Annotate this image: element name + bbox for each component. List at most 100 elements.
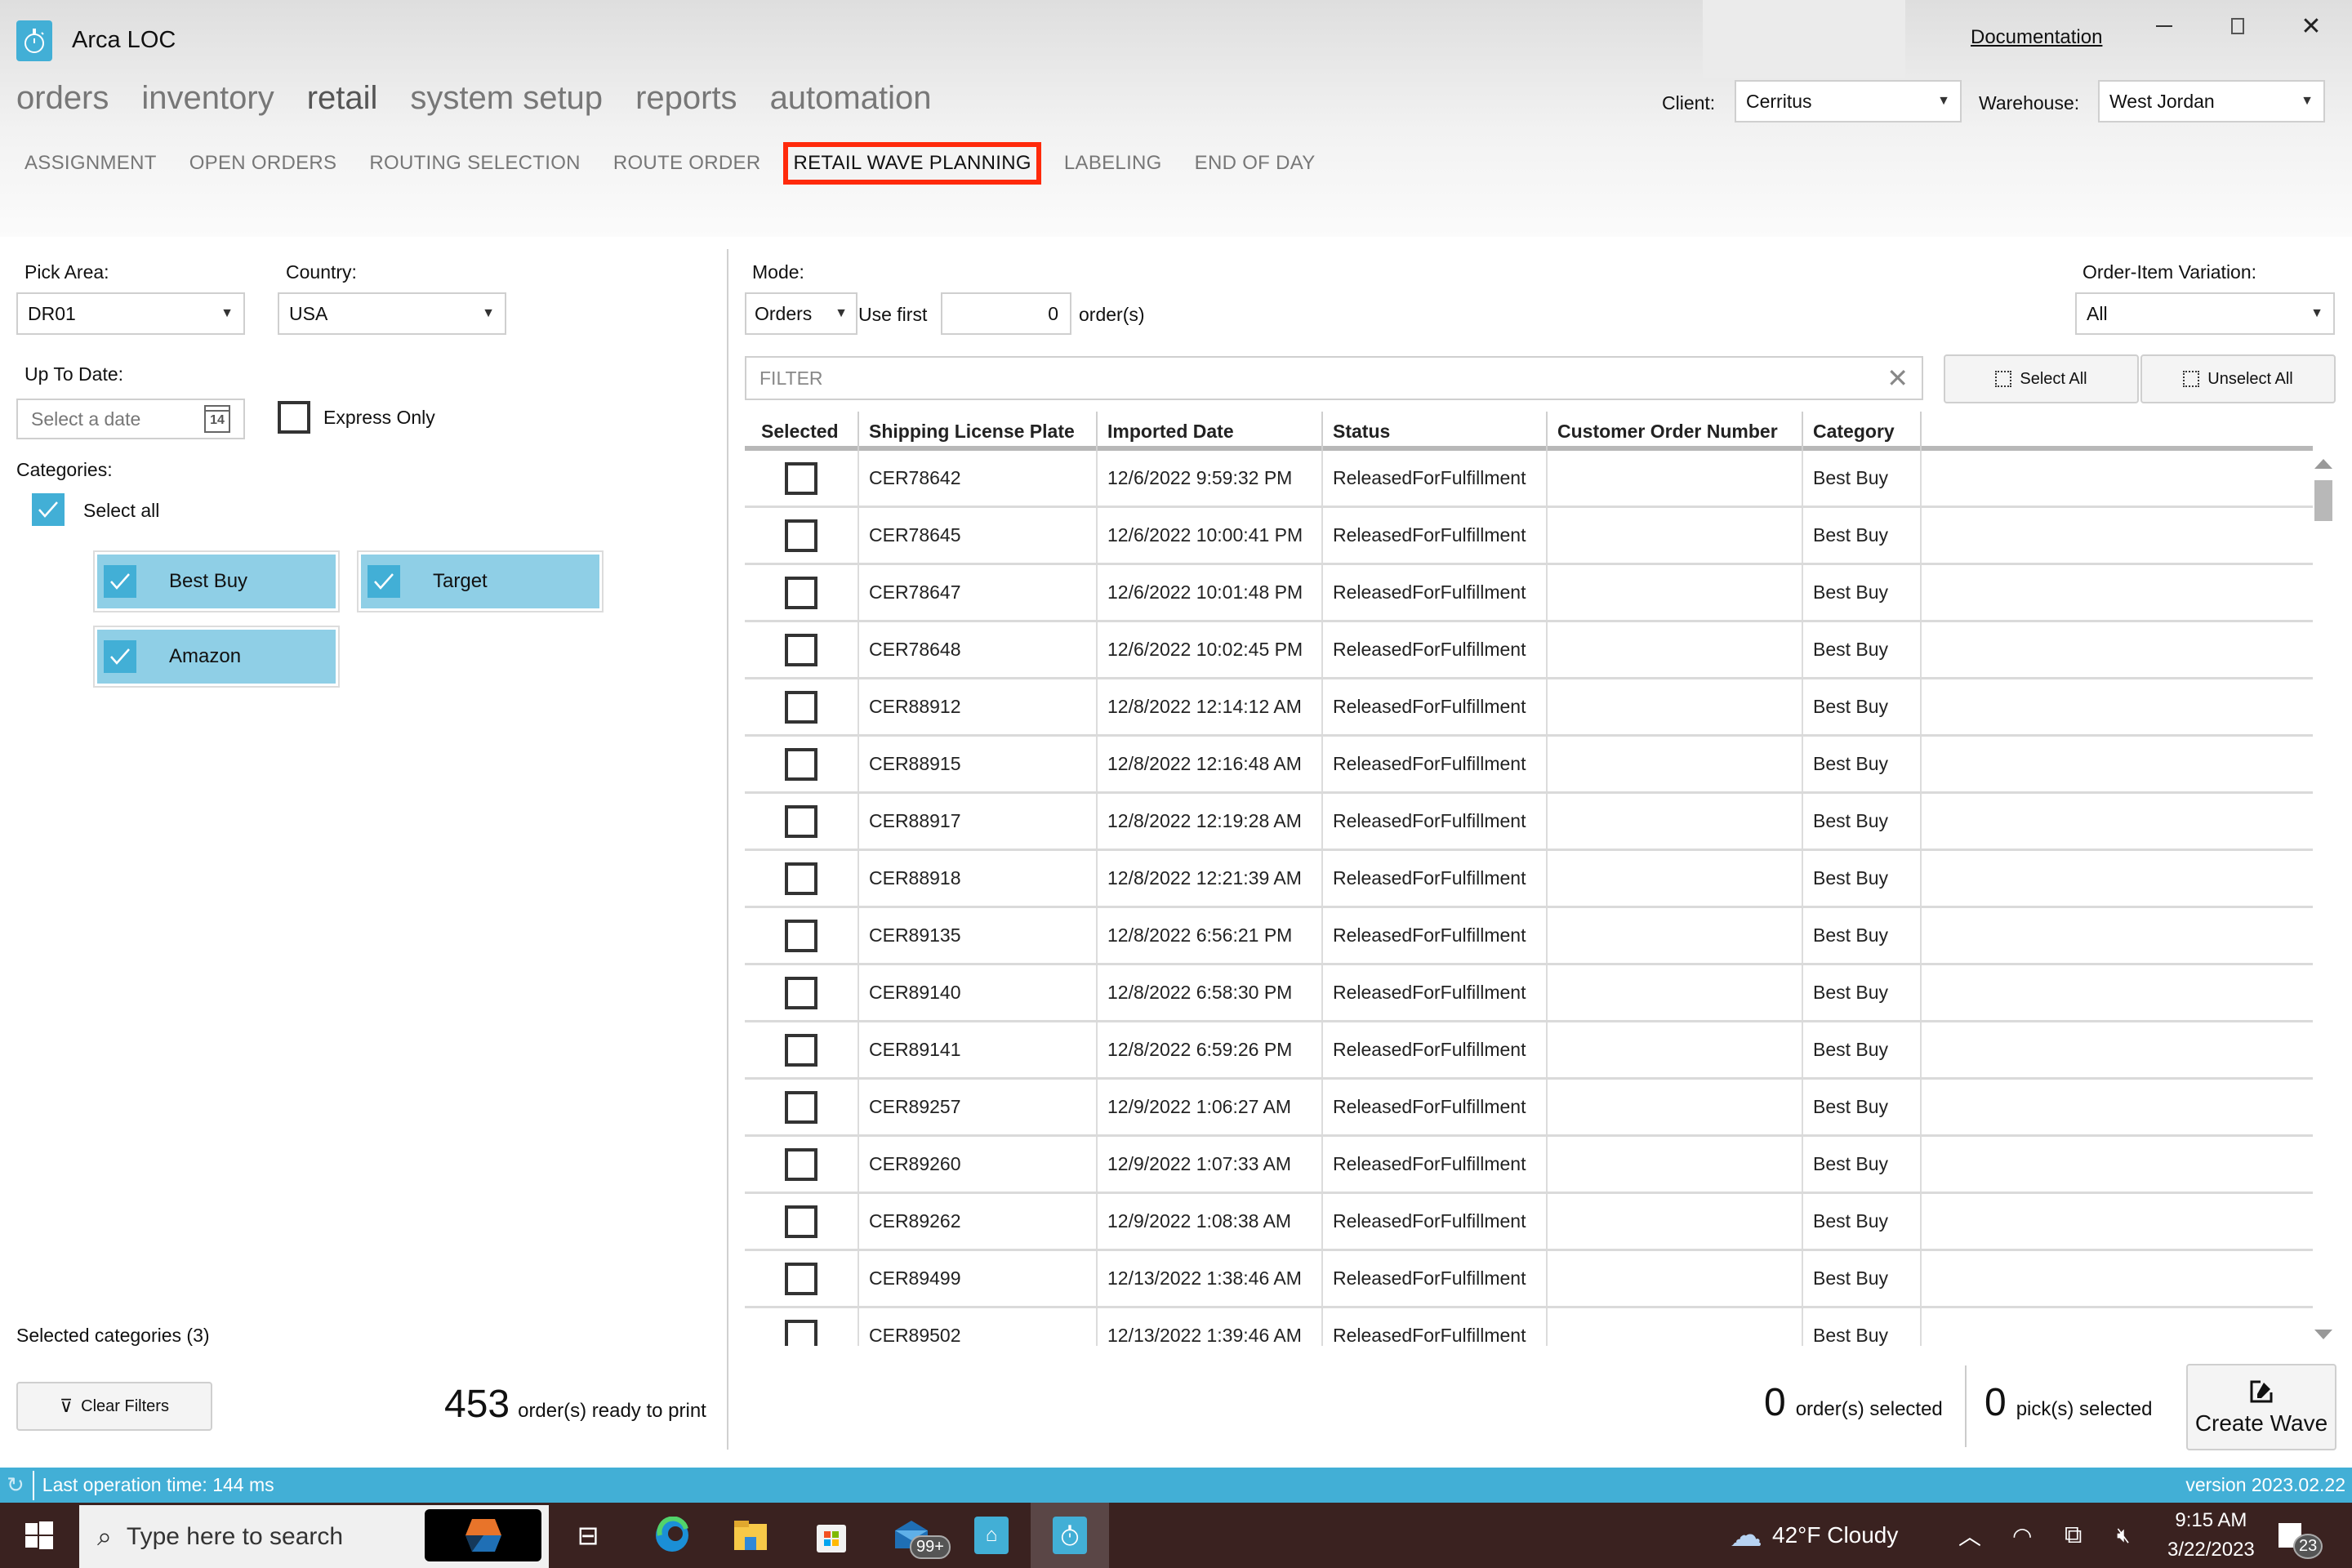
table-row[interactable]: CER88915 12/8/2022 12:16:48 AM ReleasedFor…: [745, 737, 2313, 794]
row-select-checkbox[interactable]: [785, 690, 817, 724]
tab-end-of-day[interactable]: END OF DAY: [1195, 152, 1316, 175]
mode-select[interactable]: Orders ▼: [745, 292, 858, 335]
row-select-checkbox[interactable]: [785, 1262, 817, 1295]
row-select-checkbox[interactable]: [785, 576, 817, 609]
select-all-checkbox[interactable]: [32, 493, 65, 526]
microsoft-store-icon[interactable]: [792, 1503, 871, 1568]
mail-icon[interactable]: 99+: [872, 1503, 951, 1568]
table-row[interactable]: CER89502 12/13/2022 1:39:46 AM ReleasedFor…: [745, 1308, 2313, 1346]
table-row[interactable]: CER88912 12/8/2022 12:14:12 AM ReleasedFor…: [745, 679, 2313, 737]
tab-retail-wave-planning[interactable]: RETAIL WAVE PLANNING: [783, 142, 1041, 185]
category-tile-target[interactable]: Target: [357, 550, 604, 612]
row-select-checkbox[interactable]: [785, 633, 817, 666]
category-checkbox[interactable]: [104, 640, 136, 673]
weather-widget[interactable]: ☁ 42°F Cloudy: [1730, 1503, 1898, 1568]
tab-open-orders[interactable]: OPEN ORDERS: [189, 152, 337, 175]
use-first-input[interactable]: 0: [941, 292, 1071, 335]
country-select[interactable]: USA ▼: [278, 292, 506, 335]
row-select-checkbox[interactable]: [785, 862, 817, 895]
nav-orders[interactable]: orders: [16, 80, 109, 117]
volume-muted-icon[interactable]: 🔇︎: [2117, 1503, 2130, 1568]
table-row[interactable]: CER89141 12/8/2022 6:59:26 PM ReleasedForF…: [745, 1022, 2313, 1080]
nav-automation[interactable]: automation: [770, 80, 932, 117]
client-select[interactable]: Cerritus ▼: [1735, 80, 1962, 122]
clear-filters-button[interactable]: ⊽ Clear Filters: [16, 1382, 212, 1431]
scroll-down-arrow-icon[interactable]: [2314, 1330, 2332, 1339]
filter-input[interactable]: FILTER ✕: [745, 356, 1923, 400]
row-select-checkbox[interactable]: [785, 804, 817, 838]
windows-start-button[interactable]: [0, 1503, 78, 1568]
calendar-icon[interactable]: 14: [204, 405, 230, 433]
edge-browser-icon[interactable]: [633, 1503, 711, 1568]
table-row[interactable]: CER78642 12/6/2022 9:59:32 PM ReleasedForF…: [745, 451, 2313, 508]
table-row[interactable]: CER88918 12/8/2022 12:21:39 AM ReleasedFor…: [745, 851, 2313, 908]
table-row[interactable]: CER88917 12/8/2022 12:19:28 AM ReleasedFor…: [745, 794, 2313, 851]
task-view-icon[interactable]: ⊟: [549, 1503, 627, 1568]
scroll-thumb[interactable]: [2314, 480, 2332, 521]
minimize-button[interactable]: [2140, 10, 2189, 42]
row-select-checkbox[interactable]: [785, 1147, 817, 1181]
clear-filter-icon[interactable]: ✕: [1886, 363, 1909, 394]
nav-inventory[interactable]: inventory: [141, 80, 274, 117]
table-row[interactable]: CER89257 12/9/2022 1:06:27 AM ReleasedForF…: [745, 1080, 2313, 1137]
table-row[interactable]: CER89499 12/13/2022 1:38:46 AM ReleasedFor…: [745, 1251, 2313, 1308]
col-customer-order-number[interactable]: Customer Order Number: [1548, 412, 1803, 451]
express-only-checkbox[interactable]: [278, 401, 310, 434]
wifi-icon[interactable]: ◠: [2012, 1503, 2032, 1568]
search-highlight-cube-icon[interactable]: [425, 1509, 541, 1561]
variation-select[interactable]: All ▼: [2075, 292, 2335, 335]
row-select-checkbox[interactable]: [785, 919, 817, 952]
row-select-checkbox[interactable]: [785, 1205, 817, 1238]
plate-cell: CER89262: [859, 1194, 1098, 1249]
table-row[interactable]: CER78648 12/6/2022 10:02:45 PM ReleasedFor…: [745, 622, 2313, 679]
tray-overflow-chevron-icon[interactable]: ︿: [1958, 1503, 1981, 1568]
table-scrollbar[interactable]: [2311, 457, 2336, 1339]
file-explorer-icon[interactable]: [711, 1503, 790, 1568]
nav-system-setup[interactable]: system setup: [410, 80, 603, 117]
warehouse-app-icon[interactable]: ⌂: [952, 1503, 1031, 1568]
category-checkbox[interactable]: [104, 565, 136, 598]
table-row[interactable]: CER78647 12/6/2022 10:01:48 PM ReleasedFor…: [745, 565, 2313, 622]
table-row[interactable]: CER89260 12/9/2022 1:07:33 AM ReleasedForF…: [745, 1137, 2313, 1194]
refresh-icon[interactable]: ↻: [7, 1472, 24, 1498]
table-row[interactable]: CER89140 12/8/2022 6:58:30 PM ReleasedForF…: [745, 965, 2313, 1022]
row-select-checkbox[interactable]: [785, 1033, 817, 1067]
col-status[interactable]: Status: [1323, 412, 1548, 451]
date-picker-input[interactable]: Select a date 14: [16, 399, 245, 439]
tab-labeling[interactable]: LABELING: [1064, 152, 1162, 175]
arca-loc-taskbar-icon[interactable]: [1031, 1503, 1109, 1568]
unselect-all-button[interactable]: Unselect All: [2140, 354, 2336, 403]
row-select-checkbox[interactable]: [785, 976, 817, 1009]
pick-area-select[interactable]: DR01 ▼: [16, 292, 245, 335]
tab-assignment[interactable]: ASSIGNMENT: [24, 152, 157, 175]
row-select-checkbox[interactable]: [785, 461, 817, 495]
col-shipping-license-plate[interactable]: Shipping License Plate: [859, 412, 1098, 451]
category-tile-best-buy[interactable]: Best Buy: [93, 550, 340, 612]
row-select-checkbox[interactable]: [785, 1090, 817, 1124]
create-wave-button[interactable]: Create Wave: [2186, 1364, 2336, 1450]
tab-routing-selection[interactable]: ROUTING SELECTION: [369, 152, 580, 175]
nav-retail[interactable]: retail: [307, 80, 378, 117]
nav-reports[interactable]: reports: [635, 80, 737, 117]
table-row[interactable]: CER78645 12/6/2022 10:00:41 PM ReleasedFor…: [745, 508, 2313, 565]
select-all-button[interactable]: Select All: [1944, 354, 2139, 403]
table-row[interactable]: CER89135 12/8/2022 6:56:21 PM ReleasedForF…: [745, 908, 2313, 965]
scroll-up-arrow-icon[interactable]: [2314, 459, 2332, 469]
col-category[interactable]: Category: [1803, 412, 1922, 451]
close-button[interactable]: ✕: [2287, 10, 2336, 42]
remote-device-icon[interactable]: ⧉: [2065, 1503, 2082, 1568]
row-select-checkbox[interactable]: [785, 1319, 817, 1346]
table-row[interactable]: CER89262 12/9/2022 1:08:38 AM ReleasedForF…: [745, 1194, 2313, 1251]
col-imported-date[interactable]: Imported Date: [1098, 412, 1323, 451]
col-selected[interactable]: Selected: [745, 412, 859, 451]
row-select-checkbox[interactable]: [785, 747, 817, 781]
tab-route-order[interactable]: ROUTE ORDER: [613, 152, 761, 175]
restore-button[interactable]: [2213, 10, 2262, 42]
category-checkbox[interactable]: [368, 565, 400, 598]
category-tile-amazon[interactable]: Amazon: [93, 626, 340, 688]
row-select-checkbox[interactable]: [785, 519, 817, 552]
notifications-button[interactable]: 23: [2278, 1503, 2323, 1568]
clock[interactable]: 9:15 AM 3/22/2023: [2167, 1503, 2255, 1568]
warehouse-select[interactable]: West Jordan ▼: [2098, 80, 2325, 122]
documentation-link[interactable]: Documentation: [1971, 26, 2102, 49]
